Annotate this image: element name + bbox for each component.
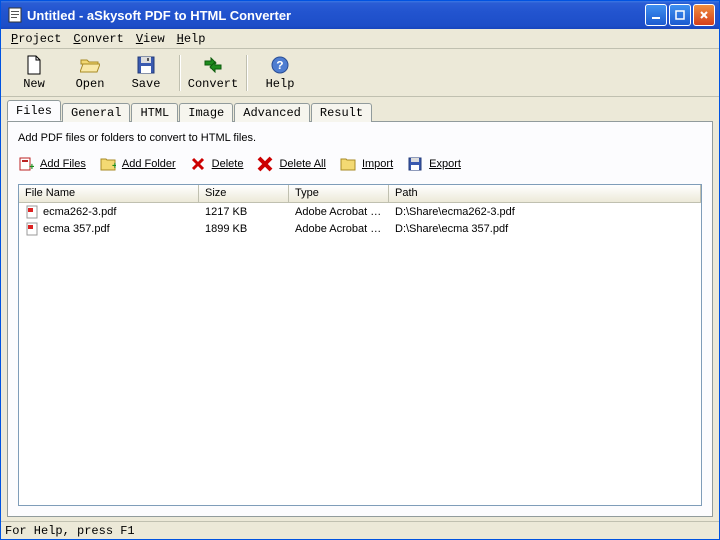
- close-button[interactable]: [693, 4, 715, 26]
- file-list[interactable]: File Name Size Type Path ecma262-3.pdf12…: [18, 184, 702, 506]
- svg-text:+: +: [112, 161, 116, 171]
- menu-help[interactable]: Help: [171, 30, 212, 48]
- save-disk-icon: [136, 55, 156, 75]
- toolbar-new-button[interactable]: New: [7, 51, 61, 95]
- svg-text:?: ?: [276, 59, 283, 73]
- delete-button[interactable]: Delete: [190, 156, 244, 172]
- tab-html[interactable]: HTML: [131, 103, 178, 122]
- menu-view[interactable]: View: [130, 30, 171, 48]
- app-icon: [7, 7, 23, 23]
- toolbar-open-label: Open: [76, 77, 105, 91]
- toolbar: New Open Save Convert ? Help: [1, 49, 719, 97]
- add-folder-button[interactable]: + Add Folder: [100, 156, 176, 172]
- cell-path: D:\Share\ecma262-3.pdf: [389, 205, 701, 219]
- add-files-button[interactable]: + Add Files: [18, 156, 86, 172]
- app-window: Untitled - aSkysoft PDF to HTML Converte…: [0, 0, 720, 540]
- tab-strip: Files General HTML Image Advanced Result: [7, 101, 713, 121]
- export-icon: [407, 156, 423, 172]
- status-bar: For Help, press F1: [1, 521, 719, 539]
- open-folder-icon: [80, 55, 100, 75]
- tab-advanced[interactable]: Advanced: [234, 103, 310, 122]
- minimize-button[interactable]: [645, 4, 667, 26]
- titlebar: Untitled - aSkysoft PDF to HTML Converte…: [1, 1, 719, 29]
- menu-project[interactable]: Project: [5, 30, 67, 48]
- cell-filename: ecma 357.pdf: [19, 221, 199, 237]
- cell-type: Adobe Acrobat 7...: [289, 222, 389, 236]
- import-label: Import: [362, 158, 393, 170]
- tab-general[interactable]: General: [62, 103, 130, 122]
- delete-all-icon: [257, 156, 273, 172]
- add-folder-label: Add Folder: [122, 158, 176, 170]
- list-body: ecma262-3.pdf1217 KBAdobe Acrobat 7...D:…: [19, 203, 701, 505]
- table-row[interactable]: ecma 357.pdf1899 KBAdobe Acrobat 7...D:\…: [19, 220, 701, 237]
- svg-text:+: +: [29, 162, 34, 172]
- cell-type: Adobe Acrobat 7...: [289, 205, 389, 219]
- col-size[interactable]: Size: [199, 185, 289, 202]
- delete-icon: [190, 156, 206, 172]
- new-file-icon: [24, 55, 44, 75]
- pdf-file-icon: [25, 205, 39, 219]
- col-path[interactable]: Path: [389, 185, 701, 202]
- export-button[interactable]: Export: [407, 156, 461, 172]
- cell-size: 1899 KB: [199, 222, 289, 236]
- instructions-text: Add PDF files or folders to convert to H…: [18, 132, 702, 144]
- toolbar-help-label: Help: [266, 77, 295, 91]
- export-label: Export: [429, 158, 461, 170]
- import-icon: [340, 156, 356, 172]
- window-title: Untitled - aSkysoft PDF to HTML Converte…: [27, 8, 645, 23]
- cell-size: 1217 KB: [199, 205, 289, 219]
- cell-filename: ecma262-3.pdf: [19, 204, 199, 220]
- delete-label: Delete: [212, 158, 244, 170]
- tab-image[interactable]: Image: [179, 103, 233, 122]
- toolbar-separator: [246, 55, 247, 91]
- list-header: File Name Size Type Path: [19, 185, 701, 203]
- tab-result[interactable]: Result: [311, 103, 372, 122]
- table-row[interactable]: ecma262-3.pdf1217 KBAdobe Acrobat 7...D:…: [19, 203, 701, 220]
- client-area: Files General HTML Image Advanced Result…: [1, 97, 719, 521]
- cell-path: D:\Share\ecma 357.pdf: [389, 222, 701, 236]
- toolbar-new-label: New: [23, 77, 45, 91]
- toolbar-open-button[interactable]: Open: [63, 51, 117, 95]
- window-buttons: [645, 4, 715, 26]
- col-type[interactable]: Type: [289, 185, 389, 202]
- help-icon: ?: [270, 55, 290, 75]
- maximize-button[interactable]: [669, 4, 691, 26]
- delete-all-label: Delete All: [279, 158, 325, 170]
- toolbar-save-button[interactable]: Save: [119, 51, 173, 95]
- col-filename[interactable]: File Name: [19, 185, 199, 202]
- delete-all-button[interactable]: Delete All: [257, 156, 325, 172]
- add-files-icon: +: [18, 156, 34, 172]
- toolbar-convert-label: Convert: [188, 77, 238, 91]
- convert-icon: [203, 55, 223, 75]
- menu-convert[interactable]: Convert: [67, 30, 129, 48]
- action-bar: + Add Files + Add Folder Delete Delete A…: [18, 156, 702, 172]
- toolbar-save-label: Save: [132, 77, 161, 91]
- import-button[interactable]: Import: [340, 156, 393, 172]
- menubar: Project Convert View Help: [1, 29, 719, 49]
- pdf-file-icon: [25, 222, 39, 236]
- status-text: For Help, press F1: [5, 524, 135, 538]
- add-files-label: Add Files: [40, 158, 86, 170]
- tab-files[interactable]: Files: [7, 100, 61, 121]
- toolbar-convert-button[interactable]: Convert: [186, 51, 240, 95]
- add-folder-icon: +: [100, 156, 116, 172]
- tab-panel-files: Add PDF files or folders to convert to H…: [7, 121, 713, 517]
- toolbar-separator: [179, 55, 180, 91]
- toolbar-help-button[interactable]: ? Help: [253, 51, 307, 95]
